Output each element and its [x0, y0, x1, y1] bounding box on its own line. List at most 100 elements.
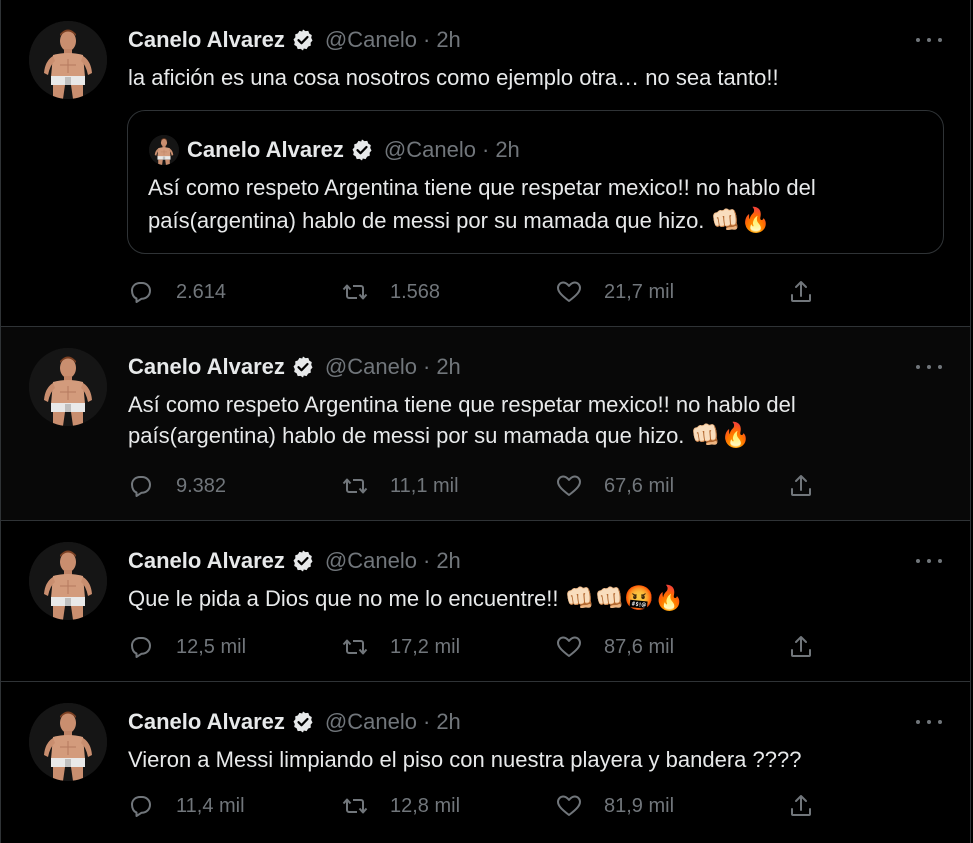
tweet[interactable]: Canelo Alvarez @Canelo · 2h Así como res…	[1, 327, 970, 521]
action-bar: 2.614 1.568 21,7 mil	[128, 277, 816, 307]
text-line: Que le pida a Dios que no me lo encuentr…	[128, 586, 559, 611]
separator: ·	[422, 27, 431, 52]
author-handle[interactable]: @Canelo	[325, 354, 417, 380]
like-count: 67,6 mil	[604, 474, 675, 497]
share-button[interactable]	[788, 791, 814, 821]
share-icon	[791, 475, 811, 496]
heart-icon	[557, 475, 581, 496]
share-button[interactable]	[788, 471, 814, 501]
author-name: Canelo Alvarez	[187, 137, 344, 162]
author-handle: @Canelo	[383, 137, 476, 162]
author-name[interactable]: Canelo Alvarez	[128, 27, 285, 53]
like-button[interactable]: 21,7 mil	[556, 277, 674, 307]
share-icon	[791, 281, 811, 302]
tweet-header: Canelo Alvarez @Canelo · 2h	[128, 26, 461, 54]
verified-badge-icon	[351, 138, 373, 162]
quoted-tweet[interactable]: Canelo Alvarez @Canelo · 2h Así como res…	[127, 110, 944, 254]
avatar	[149, 135, 179, 165]
timestamp[interactable]: 2h	[436, 354, 460, 380]
heart-icon	[557, 636, 581, 657]
retweet-button[interactable]: 12,8 mil	[342, 791, 460, 821]
heart-icon	[557, 795, 581, 816]
separator: ·	[481, 137, 490, 162]
author-handle[interactable]: @Canelo	[325, 27, 417, 53]
reply-count: 2.614	[176, 280, 227, 303]
more-options-icon[interactable]	[916, 549, 942, 573]
timestamp[interactable]: 2h	[436, 709, 460, 735]
retweet-button[interactable]: 17,2 mil	[342, 632, 460, 662]
share-button[interactable]	[788, 277, 814, 307]
reply-count: 12,5 mil	[176, 635, 247, 658]
avatar[interactable]	[29, 703, 107, 781]
more-options-icon[interactable]	[916, 355, 942, 379]
retweet-icon	[342, 284, 368, 300]
author-name[interactable]: Canelo Alvarez	[128, 354, 285, 380]
tweet-text: Vieron a Messi limpiando el piso con nue…	[128, 747, 802, 772]
tweet-header: Canelo Alvarez @Canelo · 2h	[128, 708, 461, 736]
timestamp[interactable]: 2h	[436, 548, 460, 574]
heart-icon	[557, 281, 581, 302]
tweet-text: Que le pida a Dios que no me lo encuentr…	[128, 583, 930, 614]
reply-button[interactable]: 11,4 mil	[128, 791, 245, 821]
timestamp: 2h	[495, 137, 520, 162]
retweet-icon	[342, 639, 368, 655]
tweet-text: la afición es una cosa nosotros como eje…	[128, 65, 779, 90]
like-count: 87,6 mil	[604, 635, 675, 658]
timestamp[interactable]: 2h	[436, 27, 460, 53]
tweet-header: Canelo Alvarez @Canelo · 2h	[128, 547, 461, 575]
reply-button[interactable]: 2.614	[128, 277, 226, 307]
reply-icon	[131, 637, 151, 658]
avatar[interactable]	[29, 542, 107, 620]
reply-button[interactable]: 9.382	[128, 471, 226, 501]
action-bar: 9.382 11,1 mil 67,6 mil	[128, 471, 816, 501]
retweet-button[interactable]: 1.568	[342, 277, 440, 307]
text-line: país(argentina) hablo de messi por su ma…	[128, 423, 685, 448]
avatar[interactable]	[29, 348, 107, 426]
separator: ·	[422, 709, 431, 734]
share-icon	[791, 795, 811, 816]
tweet-text: Así como respeto Argentina tiene que res…	[128, 389, 930, 451]
author-name[interactable]: Canelo Alvarez	[128, 709, 285, 735]
separator: ·	[422, 354, 431, 379]
like-count: 21,7 mil	[604, 280, 675, 303]
separator: ·	[422, 548, 431, 573]
quoted-tweet-text: Así como respeto Argentina tiene que res…	[148, 171, 923, 237]
text-line: Así como respeto Argentina tiene que res…	[148, 175, 816, 200]
reply-icon	[131, 796, 151, 817]
verified-badge-icon	[292, 28, 314, 52]
emoji-group: 👊🏻🔥	[710, 207, 771, 234]
tweet-feed: Canelo Alvarez @Canelo · 2h la afición e…	[0, 0, 971, 843]
like-button[interactable]: 81,9 mil	[556, 791, 674, 821]
like-count: 81,9 mil	[604, 794, 675, 817]
text-line: país(argentina) hablo de messi por su ma…	[148, 208, 705, 233]
text-line: Así como respeto Argentina tiene que res…	[128, 392, 796, 417]
like-button[interactable]: 87,6 mil	[556, 632, 674, 662]
action-bar: 12,5 mil 17,2 mil 87,6 mil	[128, 632, 816, 662]
author-handle[interactable]: @Canelo	[325, 709, 417, 735]
retweet-icon	[342, 478, 368, 494]
reply-icon	[131, 282, 151, 303]
tweet[interactable]: Canelo Alvarez @Canelo · 2h la afición e…	[1, 0, 970, 327]
tweet[interactable]: Canelo Alvarez @Canelo · 2h Que le pida …	[1, 521, 970, 682]
tweet[interactable]: Canelo Alvarez @Canelo · 2h Vieron a Mes…	[1, 682, 970, 843]
avatar[interactable]	[29, 21, 107, 99]
reply-count: 9.382	[176, 474, 227, 497]
retweet-count: 1.568	[390, 280, 441, 303]
author-name[interactable]: Canelo Alvarez	[128, 548, 285, 574]
reply-button[interactable]: 12,5 mil	[128, 632, 246, 662]
emoji-group: 👊🏻👊🏻🤬🔥	[564, 585, 685, 612]
like-button[interactable]: 67,6 mil	[556, 471, 674, 501]
more-options-icon[interactable]	[916, 28, 942, 52]
emoji-group: 👊🏻🔥	[690, 422, 751, 449]
share-button[interactable]	[788, 632, 814, 662]
retweet-count: 11,1 mil	[390, 474, 459, 497]
author-handle[interactable]: @Canelo	[325, 548, 417, 574]
quoted-tweet-header: Canelo Alvarez @Canelo · 2h	[187, 135, 520, 165]
tweet-header: Canelo Alvarez @Canelo · 2h	[128, 353, 461, 381]
share-icon	[791, 636, 811, 657]
more-options-icon[interactable]	[916, 710, 942, 734]
retweet-icon	[342, 798, 368, 814]
retweet-button[interactable]: 11,1 mil	[342, 471, 459, 501]
retweet-count: 17,2 mil	[390, 635, 461, 658]
reply-count: 11,4 mil	[176, 794, 245, 817]
